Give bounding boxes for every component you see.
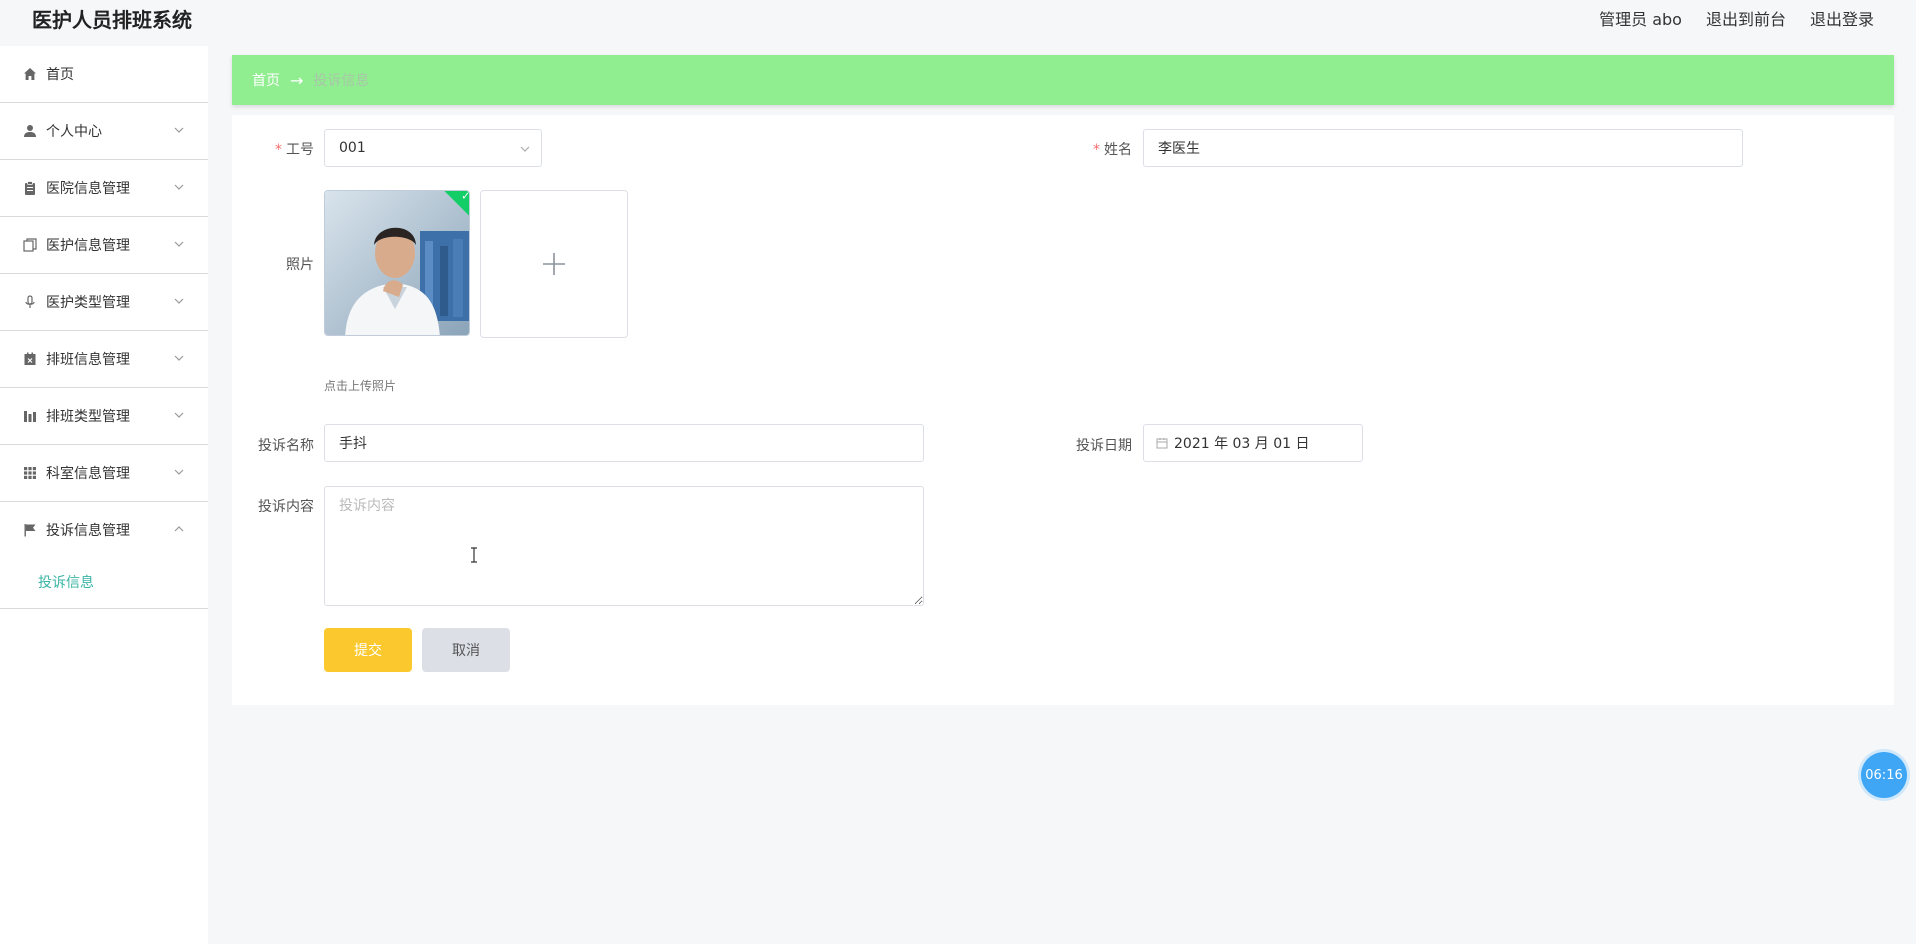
copy-icon <box>22 237 38 253</box>
sidebar-item-label: 个人中心 <box>46 124 102 140</box>
sidebar-item-label: 首页 <box>46 67 74 83</box>
photo-thumbnail[interactable]: ✓ <box>324 190 470 336</box>
sidebar-item-label: 医院信息管理 <box>46 181 130 197</box>
admin-user-link[interactable]: 管理员 abo <box>1599 6 1682 30</box>
microphone-icon <box>22 294 38 310</box>
sidebar-item-hospital-info[interactable]: 医院信息管理 <box>0 160 208 217</box>
complaint-content-label: 投诉内容 <box>258 499 314 515</box>
submit-button[interactable]: 提交 <box>324 628 412 672</box>
exit-to-front-link[interactable]: 退出到前台 <box>1706 6 1786 30</box>
sidebar-item-department-info[interactable]: 科室信息管理 <box>0 445 208 502</box>
submenu-item-complaint-info[interactable]: 投诉信息 <box>0 558 208 608</box>
sidebar-item-home[interactable]: 首页 <box>0 46 208 103</box>
sidebar-item-label: 医护类型管理 <box>46 295 130 311</box>
sidebar-item-schedule-info[interactable]: 排班信息管理 <box>0 331 208 388</box>
user-icon <box>22 123 38 139</box>
chevron-down-icon <box>174 184 184 190</box>
check-icon: ✓ <box>461 190 470 203</box>
sidebar-item-label: 医护信息管理 <box>46 238 130 254</box>
top-links: 管理员 abo 退出到前台 退出登录 <box>1599 6 1874 30</box>
sidebar-item-label: 科室信息管理 <box>46 466 130 482</box>
chevron-down-icon <box>174 469 184 475</box>
bar-chart-icon <box>22 408 38 424</box>
job-no-label: * 工号 <box>275 142 314 158</box>
chevron-down-icon <box>174 412 184 418</box>
breadcrumb-current: 投诉信息 <box>313 73 370 89</box>
cancel-button[interactable]: 取消 <box>422 628 510 672</box>
sidebar-item-schedule-type[interactable]: 排班类型管理 <box>0 388 208 445</box>
breadcrumb: 首页 → 投诉信息 <box>232 55 1894 105</box>
chevron-down-icon <box>174 298 184 304</box>
top-bar: 医护人员排班系统 管理员 abo 退出到前台 退出登录 <box>0 0 1916 36</box>
breadcrumb-arrow-icon: → <box>290 70 304 90</box>
calendar-icon <box>1156 438 1168 449</box>
submenu-complaint: 投诉信息 <box>0 558 208 609</box>
photo-label: 照片 <box>286 257 314 273</box>
complaint-date-picker[interactable]: 2021 年 03 月 01 日 <box>1143 424 1363 462</box>
sidebar-item-complaint-info[interactable]: 投诉信息管理 <box>0 502 208 558</box>
name-field[interactable]: 李医生 <box>1143 129 1743 167</box>
app-title: 医护人员排班系统 <box>32 8 192 32</box>
name-label: * 姓名 <box>1093 142 1132 158</box>
upload-photo-button[interactable] <box>480 190 628 338</box>
home-icon <box>22 66 38 82</box>
doctor-photo-image <box>325 191 469 335</box>
clipboard-icon <box>22 180 38 196</box>
chevron-down-icon <box>174 241 184 247</box>
breadcrumb-home-link[interactable]: 首页 <box>252 70 280 90</box>
plus-icon <box>543 253 565 275</box>
floating-clock-widget[interactable]: 06:16 <box>1861 752 1907 798</box>
sidebar-item-staff-type[interactable]: 医护类型管理 <box>0 274 208 331</box>
sidebar-item-label: 投诉信息管理 <box>46 523 130 539</box>
flag-icon <box>22 522 38 538</box>
complaint-name-field[interactable]: 手抖 <box>324 424 924 462</box>
calendar-x-icon <box>22 351 38 367</box>
sidebar: 首页 个人中心 医院信息管理 医护信息管理 医护类型管理 排班信息管理 排班类型… <box>0 46 208 944</box>
sidebar-item-label: 排班信息管理 <box>46 352 130 368</box>
complaint-date-label: 投诉日期 <box>1076 438 1132 454</box>
grid-icon <box>22 465 38 481</box>
photo-upload-hint: 点击上传照片 <box>324 379 397 393</box>
logout-link[interactable]: 退出登录 <box>1810 6 1874 30</box>
sidebar-item-personal-center[interactable]: 个人中心 <box>0 103 208 160</box>
complaint-content-textarea[interactable] <box>324 486 924 606</box>
chevron-down-icon <box>174 355 184 361</box>
complaint-name-label: 投诉名称 <box>258 438 314 454</box>
chevron-up-icon <box>174 526 184 532</box>
chevron-down-icon <box>520 146 530 152</box>
text-cursor-icon <box>471 547 477 563</box>
chevron-down-icon <box>174 127 184 133</box>
job-no-select[interactable]: 001 <box>324 129 542 167</box>
sidebar-item-label: 排班类型管理 <box>46 409 130 425</box>
sidebar-item-medical-staff-info[interactable]: 医护信息管理 <box>0 217 208 274</box>
